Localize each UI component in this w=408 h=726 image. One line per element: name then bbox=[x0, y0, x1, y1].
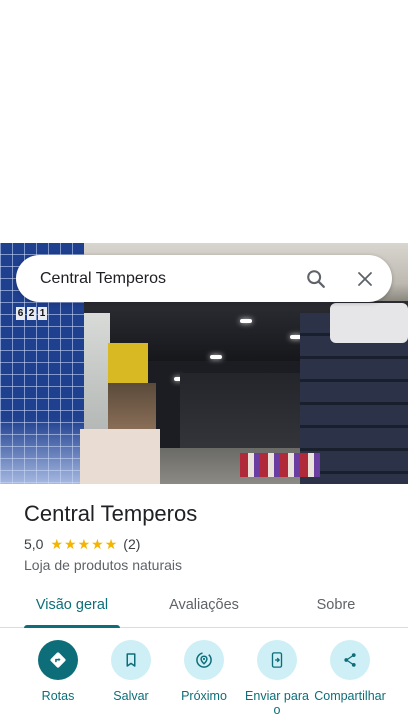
action-buttons-row: Rotas Salvar Próximo Enviar para o Compa… bbox=[0, 640, 408, 726]
active-tab-indicator bbox=[24, 625, 120, 628]
clear-search-button[interactable] bbox=[349, 263, 381, 295]
building-number-plate: 6 2 1 bbox=[16, 307, 47, 320]
send-to-phone-icon bbox=[271, 652, 283, 668]
tab-about[interactable]: Sobre bbox=[296, 585, 376, 628]
place-category[interactable]: Loja de produtos naturais bbox=[24, 556, 182, 574]
tab-label: Sobre bbox=[316, 597, 356, 613]
directions-button[interactable]: Rotas bbox=[18, 640, 98, 703]
share-button[interactable]: Compartilhar bbox=[310, 640, 390, 703]
bookmark-icon bbox=[126, 653, 136, 667]
star-icon: ★ bbox=[77, 536, 91, 552]
place-title: Central Temperos bbox=[24, 501, 198, 526]
action-label: Rotas bbox=[41, 689, 75, 703]
tab-overview[interactable]: Visão geral bbox=[24, 585, 120, 628]
tab-reviews[interactable]: Avaliações bbox=[154, 585, 254, 628]
action-label: Salvar bbox=[113, 689, 149, 703]
directions-icon bbox=[50, 652, 66, 668]
map-blank-area bbox=[0, 0, 408, 243]
action-label: Enviar para o bbox=[245, 689, 309, 717]
review-count[interactable]: (2) bbox=[123, 536, 140, 552]
star-icon: ★ bbox=[64, 536, 77, 552]
rating-row[interactable]: 5,0 ★ ★ ★ ★ ★ (2) bbox=[24, 535, 140, 553]
star-icon: ★ bbox=[91, 536, 104, 552]
search-input[interactable]: Central Temperos bbox=[40, 255, 166, 302]
save-button[interactable]: Salvar bbox=[91, 640, 171, 703]
nearby-button[interactable]: Próximo bbox=[164, 640, 244, 703]
tab-label: Avaliações bbox=[169, 597, 239, 613]
search-bar[interactable]: Central Temperos bbox=[16, 255, 392, 302]
rating-value: 5,0 bbox=[24, 536, 44, 552]
send-to-phone-button[interactable]: Enviar para o bbox=[237, 640, 317, 717]
nearby-icon bbox=[196, 652, 212, 668]
action-label: Próximo bbox=[181, 689, 227, 703]
tab-label: Visão geral bbox=[35, 597, 109, 613]
star-icon: ★ bbox=[104, 536, 118, 552]
share-icon bbox=[344, 653, 356, 667]
close-icon bbox=[358, 272, 372, 286]
search-icon bbox=[307, 270, 325, 288]
action-label: Compartilhar bbox=[314, 689, 386, 703]
place-tabs: Visão geral Avaliações Sobre bbox=[0, 585, 408, 628]
rating-stars: ★ ★ ★ ★ ★ bbox=[50, 535, 118, 553]
search-button[interactable] bbox=[300, 263, 332, 295]
star-icon: ★ bbox=[50, 536, 64, 552]
